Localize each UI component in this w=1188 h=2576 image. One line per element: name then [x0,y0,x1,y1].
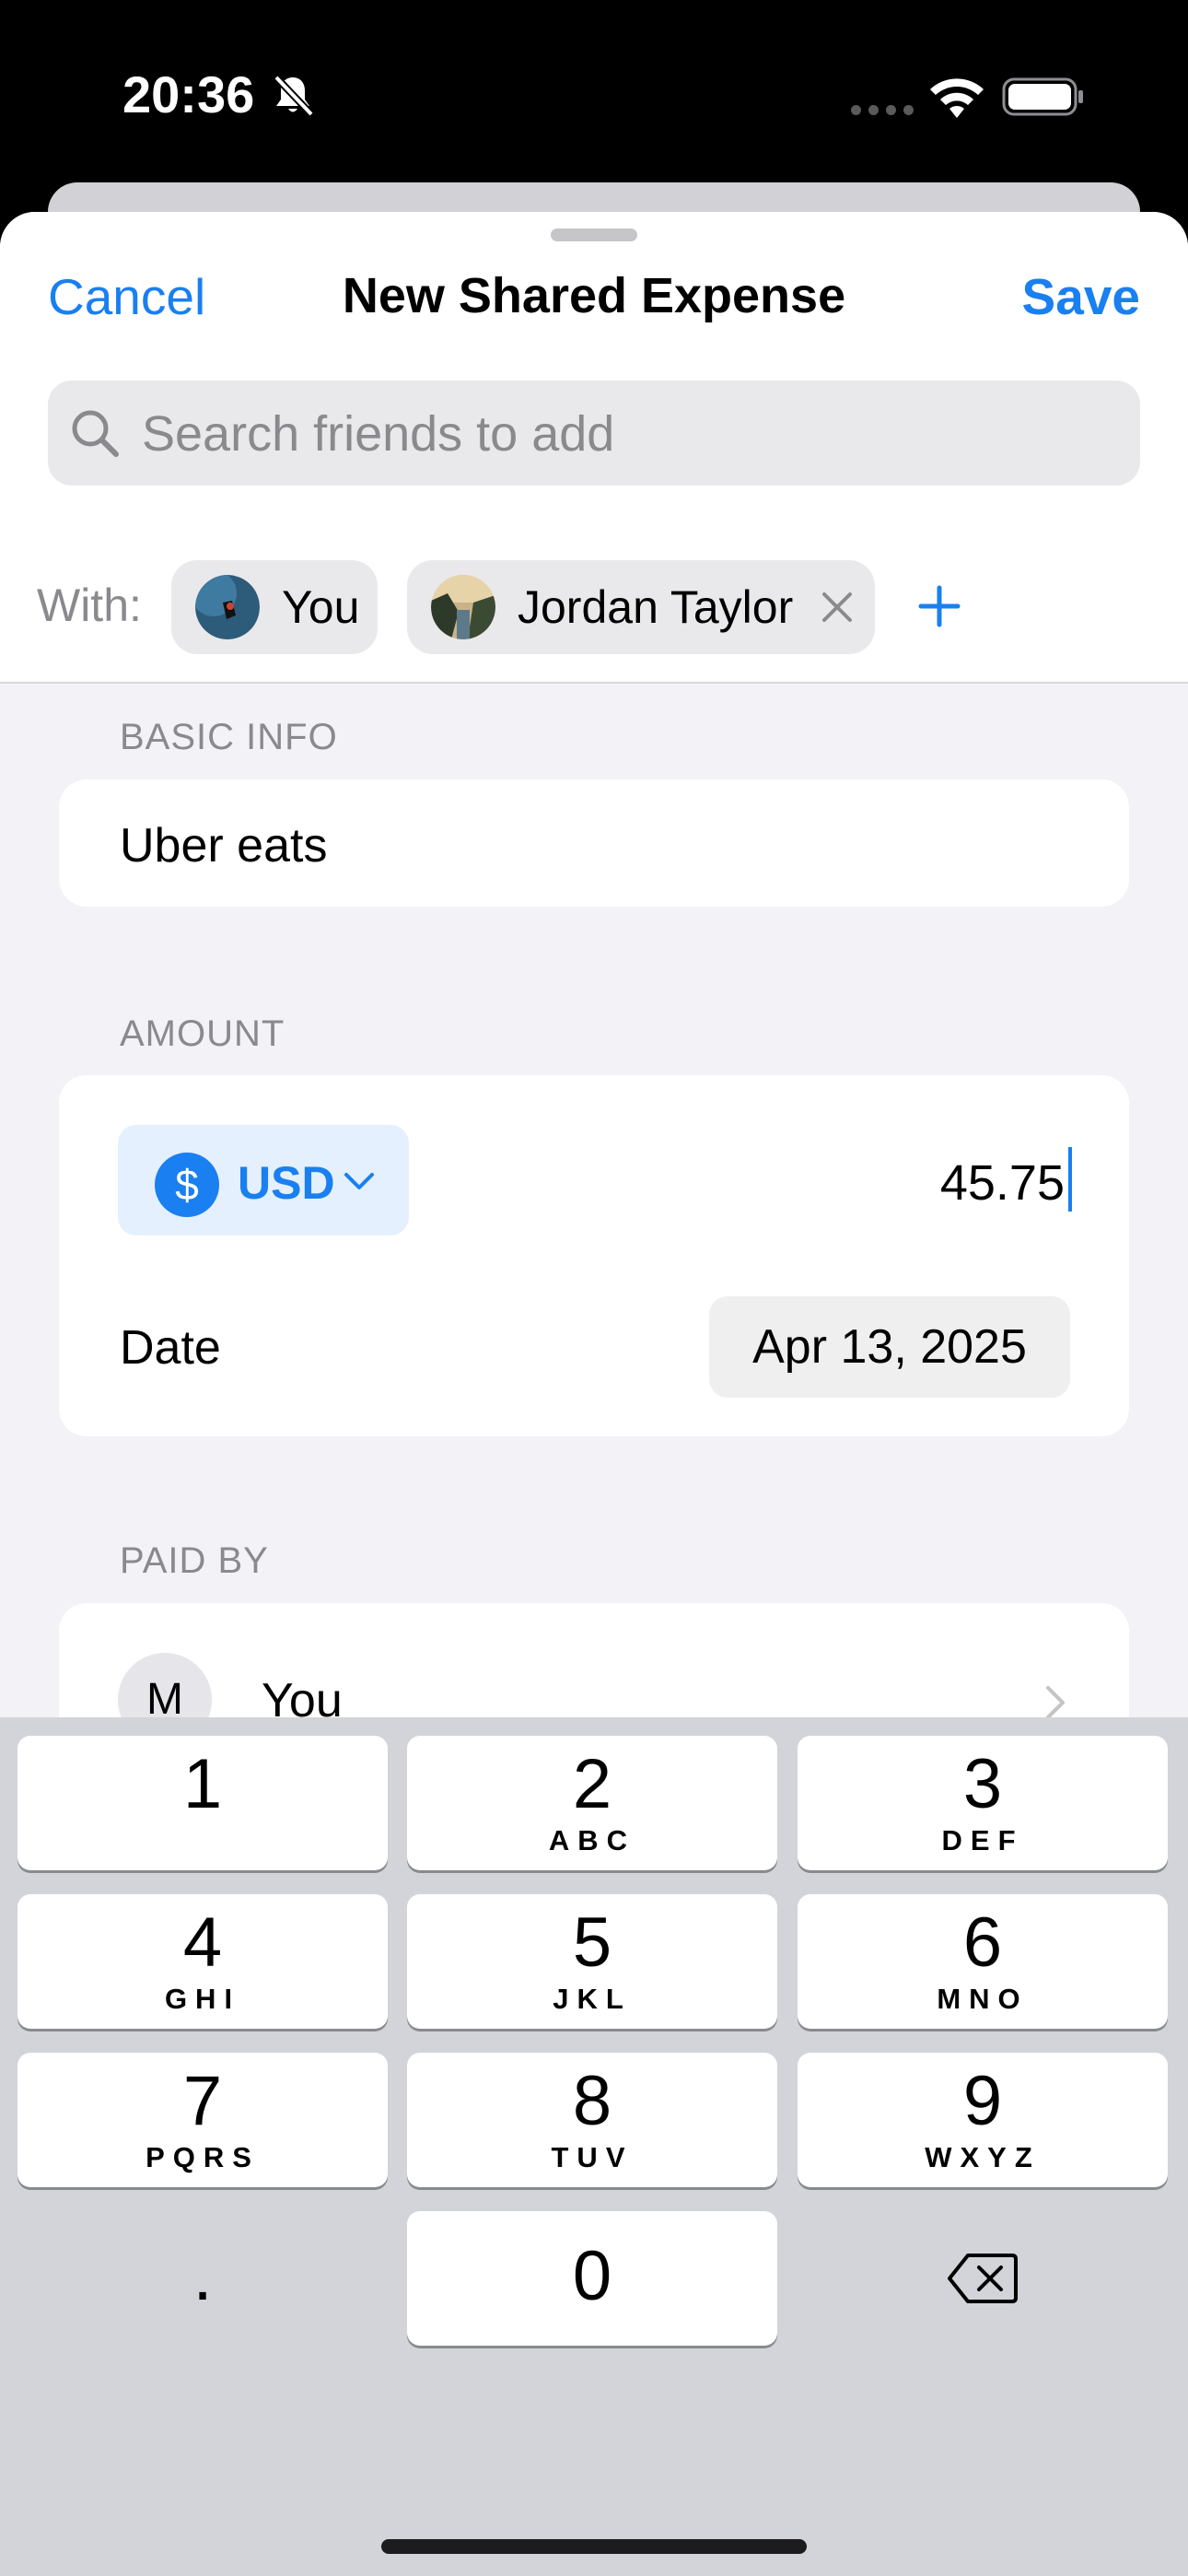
key-decimal[interactable]: . [17,2211,388,2346]
key-letters: WXYZ [925,2141,1041,2173]
page-title: New Shared Expense [342,268,846,323]
with-label: With: [37,580,142,631]
wifi-icon [930,78,984,118]
section-label-basic-info: BASIC INFO [120,717,338,757]
key-letters: GHI [164,1983,241,2015]
participant-chip-jordan[interactable]: Jordan Taylor [407,560,875,654]
delete-backward-icon [948,2254,1018,2303]
delete-key[interactable] [798,2211,1168,2346]
key-letters: DEF [941,1824,1024,1856]
key-digit: 5 [572,1903,612,1982]
key-letters: TUV [551,2141,634,2173]
key-0[interactable]: 0 [407,2211,777,2346]
date-picker-button[interactable]: Apr 13, 2025 [709,1296,1070,1398]
key-7[interactable]: 7 PQRS [17,2053,388,2187]
section-label-amount: AMOUNT [120,1013,285,1054]
currency-picker[interactable]: $ USD [118,1125,409,1235]
status-bar: 20:36 [0,0,1188,184]
key-letters: MNO [937,1983,1029,2015]
key-digit: 9 [962,2062,1003,2140]
participant-chip-you[interactable]: You [171,560,378,654]
numeric-keyboard: 1 2 ABC 3 DEF 4 GHI 5 JKL 6 MNO 7 PQRS 8 TUV 9W… [0,1717,1188,2576]
key-letters: JKL [553,1983,632,2015]
search-input[interactable] [140,381,1120,487]
status-time: 20:36 [122,65,255,123]
dollar-icon: $ [155,1153,219,1217]
key-digit: 7 [182,2062,223,2140]
key-digit: 2 [572,1745,612,1823]
participant-name: You [282,581,360,633]
key-1[interactable]: 1 [17,1736,388,1870]
amount-input[interactable]: 45.75 [940,1154,1065,1212]
battery-icon [1002,77,1083,116]
key-8[interactable]: 8 TUV [407,2053,777,2187]
key-digit: 3 [962,1745,1003,1823]
key-6[interactable]: 6 MNO [798,1894,1168,2029]
date-label: Date [120,1321,221,1375]
key-digit: . [192,2237,213,2315]
basic-info-card: Uber eats [59,779,1129,907]
home-indicator[interactable] [381,2539,807,2554]
key-9[interactable]: 9 WXYZ [798,2053,1168,2187]
expense-title-field[interactable]: Uber eats [120,818,327,873]
remove-participant-icon[interactable] [819,589,856,626]
key-digit: 0 [572,2237,612,2315]
sheet-grabber[interactable] [551,228,637,241]
add-participant-icon[interactable] [912,579,967,634]
key-2[interactable]: 2 ABC [407,1736,777,1870]
key-letters: ABC [548,1824,636,1856]
key-digit: 1 [182,1745,223,1823]
text-cursor [1068,1147,1072,1212]
bell-slash-icon [274,75,314,117]
cellular-icon [851,103,921,120]
key-letters: PQRS [146,2141,260,2173]
currency-code: USD [238,1157,335,1209]
avatar [431,575,495,639]
key-3[interactable]: 3 DEF [798,1736,1168,1870]
sheet-header: Cancel New Shared Expense Save With: You [0,212,1188,684]
key-5[interactable]: 5 JKL [407,1894,777,2029]
key-digit: 8 [572,2062,612,2140]
avatar [195,575,260,639]
key-digit: 6 [962,1903,1003,1982]
participant-name: Jordan Taylor [518,581,794,633]
section-label-paid-by: PAID BY [120,1540,269,1581]
search-icon [72,410,119,457]
key-4[interactable]: 4 GHI [17,1894,388,2029]
key-digit: 4 [182,1903,223,1982]
search-bar[interactable] [48,381,1140,487]
amount-card: $ USD 45.75 Date Apr 13, 2025 [59,1075,1129,1436]
save-button[interactable]: Save [1022,267,1140,326]
chevron-down-icon [344,1173,374,1189]
